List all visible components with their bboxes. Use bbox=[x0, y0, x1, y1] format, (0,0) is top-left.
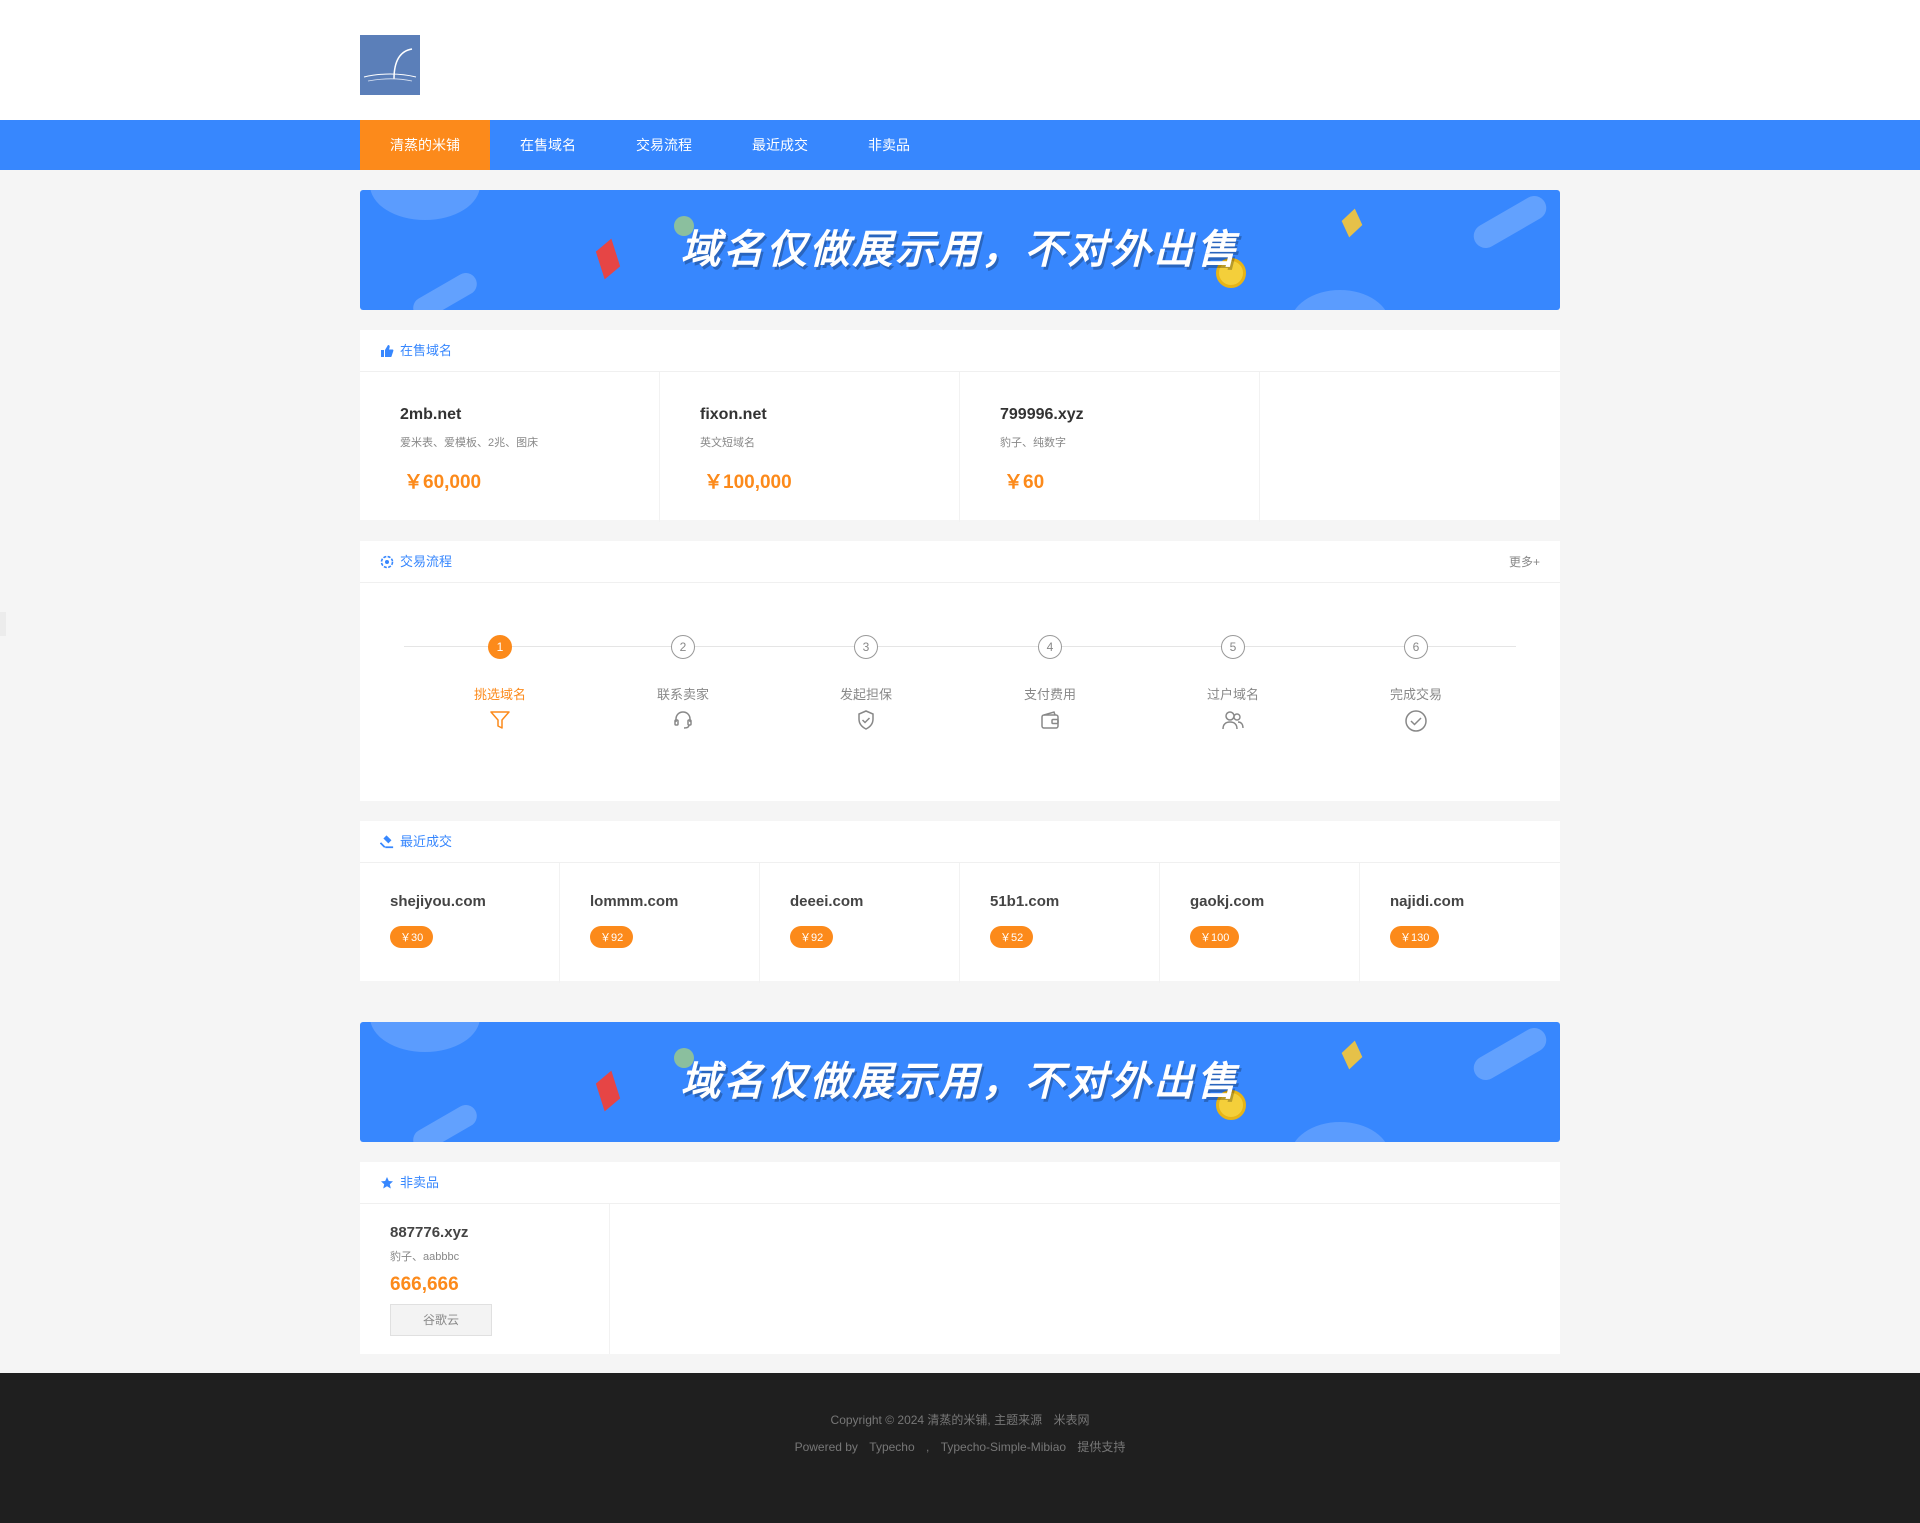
step-number: 3 bbox=[854, 635, 878, 659]
top-header bbox=[0, 0, 1920, 120]
notice-banner-bottom: 域名仅做展示用，不对外出售 bbox=[360, 1022, 1560, 1142]
nav-item-not-for-sale[interactable]: 非卖品 bbox=[838, 120, 940, 170]
step-number: 1 bbox=[488, 635, 512, 659]
logo-graphic bbox=[363, 48, 417, 82]
wallet-icon bbox=[990, 709, 1110, 737]
footer-copyright: Copyright © 2024 清蒸的米铺, 主题来源 bbox=[830, 1413, 1043, 1427]
recent-title: 最近成交 bbox=[400, 834, 453, 849]
step-label: 支付费用 bbox=[1023, 687, 1076, 702]
deal-card[interactable]: deeei.com ￥92 bbox=[760, 863, 960, 983]
step-label: 挑选域名 bbox=[473, 687, 526, 702]
main-nav: 清蒸的米铺 在售域名 交易流程 最近成交 非卖品 bbox=[0, 120, 1920, 170]
step-1[interactable]: 1 挑选域名 bbox=[440, 635, 560, 737]
not-for-sale-title: 非卖品 bbox=[400, 1175, 440, 1190]
deal-price-badge: ￥92 bbox=[790, 926, 834, 948]
process-title: 交易流程 bbox=[400, 554, 453, 569]
domain-name[interactable]: fixon.net bbox=[700, 406, 959, 424]
domain-desc: 豹子、aabbbc bbox=[390, 1251, 460, 1263]
step-label: 过户域名 bbox=[1206, 687, 1259, 702]
domain-price: ￥100,000 bbox=[704, 472, 792, 493]
star-icon bbox=[380, 1176, 394, 1190]
domain-price: ￥60,000 bbox=[404, 472, 482, 493]
deal-card[interactable]: najidi.com ￥130 bbox=[1360, 863, 1560, 983]
deal-domain[interactable]: shejiyou.com bbox=[390, 893, 559, 910]
step-label: 联系卖家 bbox=[656, 687, 709, 702]
step-2[interactable]: 2 联系卖家 bbox=[623, 635, 743, 737]
registrar-button[interactable]: 谷歌云 bbox=[390, 1304, 492, 1336]
deal-domain[interactable]: lommm.com bbox=[590, 893, 759, 910]
footer-separator: , bbox=[926, 1440, 930, 1454]
domain-desc: 豹子、纯数字 bbox=[1000, 437, 1066, 449]
deal-price-badge: ￥52 bbox=[990, 926, 1034, 948]
nav-item-recent[interactable]: 最近成交 bbox=[722, 120, 838, 170]
footer-support: 提供支持 bbox=[1077, 1440, 1126, 1454]
footer-theme-source-link[interactable]: 米表网 bbox=[1053, 1413, 1089, 1427]
step-5[interactable]: 5 过户域名 bbox=[1173, 635, 1293, 737]
deal-card[interactable]: 51b1.com ￥52 bbox=[960, 863, 1160, 983]
not-for-sale-panel: 非卖品 887776.xyz 豹子、aabbbc 666,666 谷歌云 bbox=[360, 1162, 1560, 1354]
deal-domain[interactable]: 51b1.com bbox=[990, 893, 1159, 910]
step-4[interactable]: 4 支付费用 bbox=[990, 635, 1110, 737]
sale-card[interactable]: 2mb.net 爱米表、爱模板、2兆、图床 ￥60,000 bbox=[360, 372, 660, 522]
sale-card[interactable]: 799996.xyz 豹子、纯数字 ￥60 bbox=[960, 372, 1260, 522]
check-circle-icon bbox=[1356, 709, 1476, 737]
footer-theme-link[interactable]: Typecho-Simple-Mibiao bbox=[941, 1440, 1066, 1454]
footer-typecho-link[interactable]: Typecho bbox=[869, 1440, 914, 1454]
page-edge-mark bbox=[0, 612, 6, 636]
domain-desc: 英文短域名 bbox=[700, 437, 755, 449]
on-sale-title: 在售域名 bbox=[400, 343, 453, 358]
funnel-icon bbox=[440, 709, 560, 737]
headset-icon bbox=[623, 709, 743, 737]
step-number: 5 bbox=[1221, 635, 1245, 659]
deal-domain[interactable]: gaokj.com bbox=[1190, 893, 1359, 910]
shield-icon bbox=[806, 709, 926, 737]
domain-desc: 爱米表、爱模板、2兆、图床 bbox=[400, 437, 539, 449]
nav-item-process[interactable]: 交易流程 bbox=[606, 120, 722, 170]
process-panel: 交易流程 更多+ 1 挑选域名 2 联系卖家 3 发起担保 4 支付费用 5 过… bbox=[360, 541, 1560, 801]
deal-price-badge: ￥130 bbox=[1390, 926, 1440, 948]
step-label: 发起担保 bbox=[839, 687, 892, 702]
users-icon bbox=[1173, 709, 1293, 737]
domain-price: 666,666 bbox=[390, 1274, 459, 1295]
step-3[interactable]: 3 发起担保 bbox=[806, 635, 926, 737]
footer-powered-by: Powered by bbox=[794, 1440, 858, 1454]
domain-price: ￥60 bbox=[1004, 472, 1045, 493]
site-logo[interactable] bbox=[360, 35, 420, 95]
recent-deals-panel: 最近成交 shejiyou.com ￥30 lommm.com ￥92 deee… bbox=[360, 821, 1560, 983]
deal-domain[interactable]: deeei.com bbox=[790, 893, 959, 910]
nav-item-on-sale[interactable]: 在售域名 bbox=[490, 120, 606, 170]
not-for-sale-card[interactable]: 887776.xyz 豹子、aabbbc 666,666 谷歌云 bbox=[360, 1204, 610, 1354]
notice-banner-top: 域名仅做展示用，不对外出售 bbox=[360, 190, 1560, 310]
domain-name[interactable]: 887776.xyz bbox=[390, 1224, 609, 1241]
more-link[interactable]: 更多+ bbox=[1509, 541, 1540, 583]
gear-icon bbox=[380, 555, 394, 569]
step-6[interactable]: 6 完成交易 bbox=[1356, 635, 1476, 737]
deal-card[interactable]: gaokj.com ￥100 bbox=[1160, 863, 1360, 983]
domain-name[interactable]: 799996.xyz bbox=[1000, 406, 1259, 424]
step-label: 完成交易 bbox=[1389, 687, 1442, 702]
thumbs-up-icon bbox=[380, 344, 394, 358]
on-sale-panel: 在售域名 2mb.net 爱米表、爱模板、2兆、图床 ￥60,000 fixon… bbox=[360, 330, 1560, 522]
deal-card[interactable]: shejiyou.com ￥30 bbox=[360, 863, 560, 983]
deal-price-badge: ￥30 bbox=[390, 926, 434, 948]
deal-card[interactable]: lommm.com ￥92 bbox=[560, 863, 760, 983]
deal-price-badge: ￥92 bbox=[590, 926, 634, 948]
deal-price-badge: ￥100 bbox=[1190, 926, 1240, 948]
sale-card-empty bbox=[1260, 372, 1560, 522]
sale-card[interactable]: fixon.net 英文短域名 ￥100,000 bbox=[660, 372, 960, 522]
domain-name[interactable]: 2mb.net bbox=[400, 406, 659, 424]
gavel-icon bbox=[380, 835, 394, 849]
banner-text: 域名仅做展示用，不对外出售 bbox=[680, 1060, 1240, 1104]
step-number: 4 bbox=[1038, 635, 1062, 659]
banner-text: 域名仅做展示用，不对外出售 bbox=[680, 228, 1240, 272]
steps-track bbox=[404, 646, 1516, 647]
page-footer: Copyright © 2024 清蒸的米铺, 主题来源 米表网 Powered… bbox=[0, 1373, 1920, 1523]
step-number: 6 bbox=[1404, 635, 1428, 659]
nav-item-home[interactable]: 清蒸的米铺 bbox=[360, 120, 490, 170]
deal-domain[interactable]: najidi.com bbox=[1390, 893, 1560, 910]
step-number: 2 bbox=[671, 635, 695, 659]
